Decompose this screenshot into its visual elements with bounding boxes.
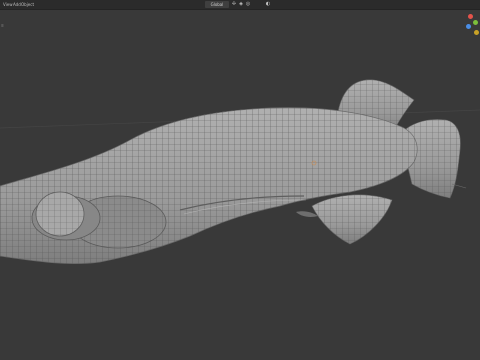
menu-object[interactable]: Object	[20, 0, 35, 9]
overlay-icon[interactable]: ◐	[265, 1, 271, 8]
snap-icon[interactable]: ◈	[238, 1, 244, 8]
3d-viewport[interactable]	[0, 10, 480, 360]
viewport-header: View Add Object Global ✢ ◈ ◎ ◐	[0, 0, 480, 10]
transform-orientation-select[interactable]: Global	[205, 1, 229, 8]
orientation-label: Global	[210, 2, 224, 7]
proportional-edit-icon[interactable]: ◎	[245, 1, 251, 8]
cursor-icon[interactable]: ✢	[231, 1, 237, 8]
anal-fin	[311, 194, 393, 245]
